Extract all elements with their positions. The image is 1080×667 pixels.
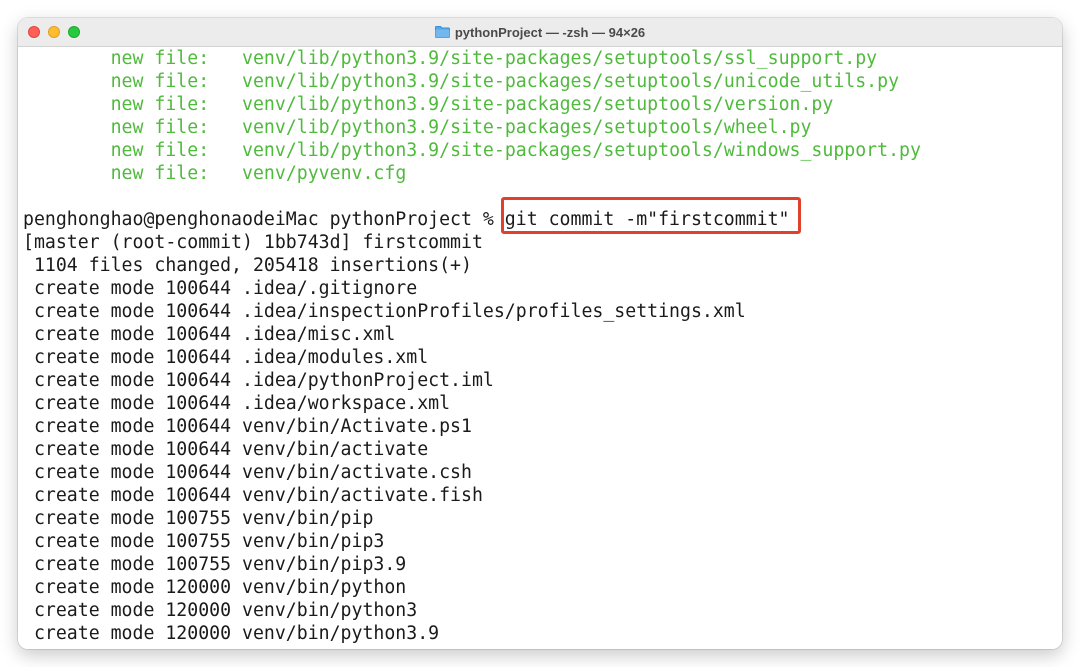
staged-status: new file: [110,163,210,184]
staged-status: new file: [110,140,210,161]
output-line: create mode 100644 .idea/modules.xml [23,347,429,368]
output-line: create mode 100644 .idea/inspectionProfi… [23,301,746,322]
output-line: create mode 120000 venv/bin/python3 [23,600,418,621]
output-line: create mode 120000 venv/bin/python [23,577,407,598]
output-line: create mode 100644 venv/bin/activate.fis… [23,485,483,506]
staged-file-line: new file: venv/lib/python3.9/site-packag… [23,93,834,116]
staged-file-line: new file: venv/lib/python3.9/site-packag… [23,47,878,70]
staged-file-line: new file: venv/lib/python3.9/site-packag… [23,139,921,162]
shell-prompt: penghonghao@penghonaodeiMac pythonProjec… [23,209,505,230]
staged-path: venv/lib/python3.9/site-packages/setupto… [242,140,921,161]
terminal-output-area[interactable]: new file: venv/lib/python3.9/site-packag… [18,47,1062,649]
staged-status: new file: [110,94,210,115]
output-line: create mode 100644 venv/bin/activate.csh [23,462,472,483]
terminal-window: pythonProject — -zsh — 94×26 new file: v… [18,18,1062,649]
output-line: create mode 100644 .idea/pythonProject.i… [23,370,494,391]
output-line: create mode 100644 venv/bin/activate [23,439,429,460]
staged-path: venv/lib/python3.9/site-packages/setupto… [242,71,900,92]
output-line: create mode 100755 venv/bin/pip3 [23,531,385,552]
output-line: create mode 100755 venv/bin/pip3.9 [23,554,407,575]
staged-file-line: new file: venv/pyvenv.cfg [23,162,407,185]
command-text: git commit -m"firstcommit" [504,209,790,230]
output-line: 1104 files changed, 205418 insertions(+) [23,255,472,276]
output-line: create mode 100755 venv/bin/pip [23,508,374,529]
output-line: create mode 100644 .idea/.gitignore [23,278,418,299]
output-line: create mode 100644 venv/bin/Activate.ps1 [23,416,472,437]
staged-path: venv/lib/python3.9/site-packages/setupto… [242,48,878,69]
staged-path: venv/lib/python3.9/site-packages/setupto… [242,117,812,138]
folder-icon [434,26,450,38]
window-title-container: pythonProject — -zsh — 94×26 [18,18,1062,46]
staged-file-line: new file: venv/lib/python3.9/site-packag… [23,116,812,139]
staged-status: new file: [110,48,210,69]
staged-status: new file: [110,117,210,138]
staged-path: venv/lib/python3.9/site-packages/setupto… [242,94,834,115]
window-title: pythonProject — -zsh — 94×26 [454,24,646,40]
output-line: create mode 100644 .idea/workspace.xml [23,393,451,414]
staged-path: venv/pyvenv.cfg [242,163,407,184]
staged-file-line: new file: venv/lib/python3.9/site-packag… [23,70,899,93]
output-line: create mode 120000 venv/bin/python3.9 [23,623,440,644]
title-bar: pythonProject — -zsh — 94×26 [18,18,1062,47]
output-line: create mode 100644 .idea/misc.xml [23,324,396,345]
staged-status: new file: [110,71,210,92]
output-line: [master (root-commit) 1bb743d] firstcomm… [23,232,483,253]
prompt-line: penghonghao@penghonaodeiMac pythonProjec… [23,208,790,231]
